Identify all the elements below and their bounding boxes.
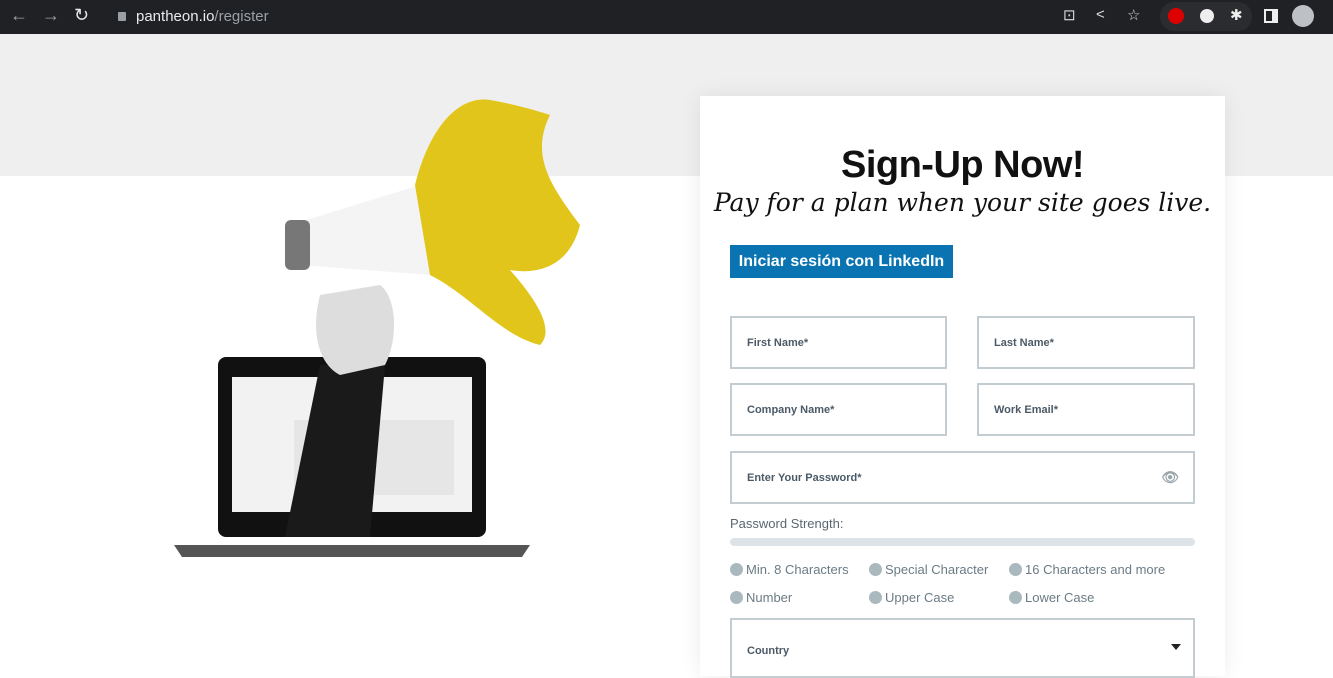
company-name-input[interactable]: Company Name* <box>730 383 947 436</box>
forward-icon[interactable]: → <box>42 5 60 26</box>
requirement-16-chars: 16 Characters and more <box>1009 562 1165 577</box>
requirement-number: Number <box>730 590 792 605</box>
requirement-label: Lower Case <box>1025 590 1095 605</box>
profile-avatar-icon[interactable] <box>1292 5 1314 27</box>
requirement-label: 16 Characters and more <box>1025 562 1166 577</box>
company-placeholder: Company Name* <box>747 403 835 416</box>
password-input[interactable]: Enter Your Password* 👁 <box>730 451 1195 504</box>
password-strength-bar <box>730 538 1195 546</box>
requirement-special: Special Character <box>869 562 988 577</box>
reload-icon[interactable]: ↻ <box>74 5 89 26</box>
back-icon[interactable]: ← <box>10 5 28 26</box>
requirement-label: Min. 8 Characters <box>746 562 849 577</box>
work-email-input[interactable]: Work Email* <box>977 383 1195 436</box>
browser-toolbar: ← → ↻ pantheon.io/register ⊡ < ☆ ✱ <box>0 0 1333 34</box>
lock-icon <box>118 12 126 21</box>
last-name-placeholder: Last Name* <box>994 336 1054 349</box>
url-host: pantheon.io <box>136 8 215 25</box>
last-name-input[interactable]: Last Name* <box>977 316 1195 369</box>
status-dot-icon <box>1009 591 1022 604</box>
status-dot-icon <box>869 591 882 604</box>
url-path: /register <box>214 8 269 25</box>
status-dot-icon <box>1009 563 1022 576</box>
first-name-placeholder: First Name* <box>747 336 809 349</box>
sidepanel-icon[interactable] <box>1264 9 1278 23</box>
password-placeholder: Enter Your Password* <box>747 471 862 484</box>
country-select[interactable]: Country <box>730 618 1195 678</box>
requirement-min-8: Min. 8 Characters <box>730 562 849 577</box>
adblock-extension-icon[interactable] <box>1168 8 1184 24</box>
status-dot-icon <box>730 591 743 604</box>
extensions-group: ✱ <box>1160 2 1252 31</box>
requirement-label: Upper Case <box>885 590 955 605</box>
chevron-down-icon <box>1171 644 1181 650</box>
address-bar[interactable]: pantheon.io/register <box>104 3 1150 30</box>
eye-icon[interactable]: 👁 <box>1161 469 1179 486</box>
page-title: Sign-Up Now! <box>840 144 1085 186</box>
first-name-input[interactable]: First Name* <box>730 316 947 369</box>
linkedin-signin-button[interactable]: Iniciar sesión con LinkedIn <box>730 245 953 278</box>
requirement-label: Number <box>746 590 793 605</box>
star-icon[interactable]: ☆ <box>1127 6 1140 24</box>
password-strength-label: Password Strength: <box>730 516 844 531</box>
status-dot-icon <box>730 563 743 576</box>
email-placeholder: Work Email* <box>994 403 1058 416</box>
extension-icon[interactable] <box>1200 9 1214 23</box>
translate-icon[interactable]: ⊡ <box>1063 6 1076 24</box>
signup-card: Sign-Up Now! Pay for a plan when your si… <box>700 96 1225 678</box>
share-icon[interactable]: < <box>1096 6 1105 23</box>
requirement-upper: Upper Case <box>869 590 954 605</box>
requirement-lower: Lower Case <box>1009 590 1094 605</box>
requirement-label: Special Character <box>885 562 989 577</box>
country-placeholder: Country <box>747 645 790 657</box>
puzzle-icon[interactable]: ✱ <box>1230 6 1243 24</box>
status-dot-icon <box>869 563 882 576</box>
megaphone-laptop-illustration <box>174 99 580 557</box>
subtitle: Pay for a plan when your site goes live. <box>713 188 1212 217</box>
